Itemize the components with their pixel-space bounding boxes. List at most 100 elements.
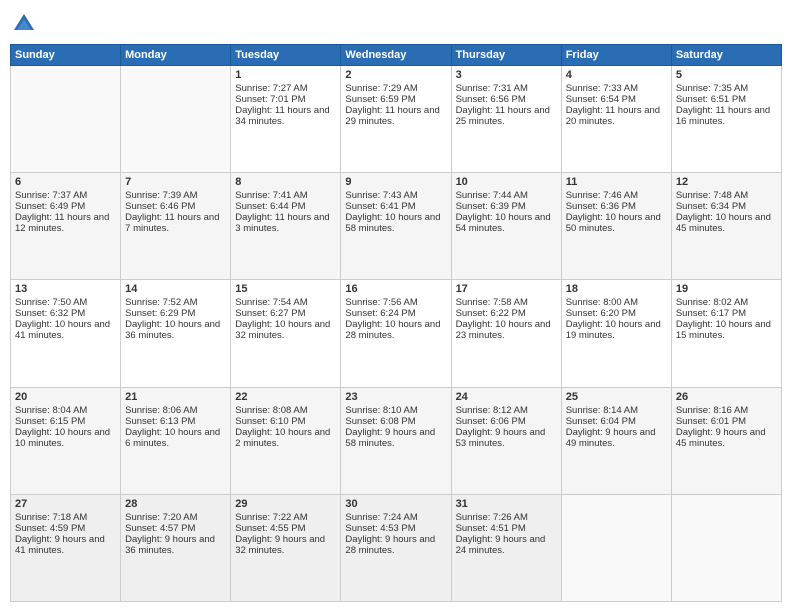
daylight: Daylight: 11 hours and 25 minutes.: [456, 105, 550, 127]
calendar-cell: 31 Sunrise: 7:26 AM Sunset: 4:51 PM Dayl…: [451, 494, 561, 601]
sunset: Sunset: 4:51 PM: [456, 523, 526, 534]
day-number: 14: [125, 283, 226, 295]
daylight: Daylight: 10 hours and 19 minutes.: [566, 319, 661, 341]
sunrise: Sunrise: 7:58 AM: [456, 297, 528, 308]
calendar-cell: 19 Sunrise: 8:02 AM Sunset: 6:17 PM Dayl…: [671, 280, 781, 387]
sunset: Sunset: 6:34 PM: [676, 201, 746, 212]
daylight: Daylight: 9 hours and 28 minutes.: [345, 534, 435, 556]
daylight: Daylight: 10 hours and 6 minutes.: [125, 427, 220, 449]
day-number: 25: [566, 391, 667, 403]
logo: [10, 10, 42, 38]
calendar-cell: 28 Sunrise: 7:20 AM Sunset: 4:57 PM Dayl…: [121, 494, 231, 601]
sunset: Sunset: 6:13 PM: [125, 416, 195, 427]
daylight: Daylight: 10 hours and 23 minutes.: [456, 319, 551, 341]
calendar-cell: 16 Sunrise: 7:56 AM Sunset: 6:24 PM Dayl…: [341, 280, 451, 387]
calendar-cell: 25 Sunrise: 8:14 AM Sunset: 6:04 PM Dayl…: [561, 387, 671, 494]
calendar-cell: 27 Sunrise: 7:18 AM Sunset: 4:59 PM Dayl…: [11, 494, 121, 601]
sunrise: Sunrise: 7:44 AM: [456, 190, 528, 201]
calendar-cell: [671, 494, 781, 601]
day-number: 24: [456, 391, 557, 403]
calendar-table: Sunday Monday Tuesday Wednesday Thursday…: [10, 44, 782, 602]
sunset: Sunset: 6:04 PM: [566, 416, 636, 427]
daylight: Daylight: 11 hours and 34 minutes.: [235, 105, 329, 127]
sunset: Sunset: 4:59 PM: [15, 523, 85, 534]
calendar-cell: [121, 66, 231, 173]
day-number: 4: [566, 69, 667, 81]
day-number: 1: [235, 69, 336, 81]
sunset: Sunset: 6:17 PM: [676, 308, 746, 319]
sunset: Sunset: 6:59 PM: [345, 94, 415, 105]
sunrise: Sunrise: 7:27 AM: [235, 83, 307, 94]
daylight: Daylight: 10 hours and 54 minutes.: [456, 212, 551, 234]
calendar-cell: 5 Sunrise: 7:35 AM Sunset: 6:51 PM Dayli…: [671, 66, 781, 173]
calendar-cell: 3 Sunrise: 7:31 AM Sunset: 6:56 PM Dayli…: [451, 66, 561, 173]
sunset: Sunset: 6:49 PM: [15, 201, 85, 212]
calendar-cell: 29 Sunrise: 7:22 AM Sunset: 4:55 PM Dayl…: [231, 494, 341, 601]
day-number: 28: [125, 498, 226, 510]
calendar-cell: 20 Sunrise: 8:04 AM Sunset: 6:15 PM Dayl…: [11, 387, 121, 494]
day-number: 21: [125, 391, 226, 403]
day-number: 26: [676, 391, 777, 403]
day-number: 7: [125, 176, 226, 188]
calendar-cell: 10 Sunrise: 7:44 AM Sunset: 6:39 PM Dayl…: [451, 173, 561, 280]
calendar-header-row: Sunday Monday Tuesday Wednesday Thursday…: [11, 45, 782, 66]
daylight: Daylight: 9 hours and 58 minutes.: [345, 427, 435, 449]
calendar-cell: 7 Sunrise: 7:39 AM Sunset: 6:46 PM Dayli…: [121, 173, 231, 280]
day-number: 3: [456, 69, 557, 81]
sunset: Sunset: 6:20 PM: [566, 308, 636, 319]
sunrise: Sunrise: 7:37 AM: [15, 190, 87, 201]
sunrise: Sunrise: 8:02 AM: [676, 297, 748, 308]
daylight: Daylight: 10 hours and 58 minutes.: [345, 212, 440, 234]
daylight: Daylight: 10 hours and 10 minutes.: [15, 427, 110, 449]
daylight: Daylight: 10 hours and 41 minutes.: [15, 319, 110, 341]
daylight: Daylight: 11 hours and 3 minutes.: [235, 212, 329, 234]
sunset: Sunset: 6:27 PM: [235, 308, 305, 319]
daylight: Daylight: 9 hours and 32 minutes.: [235, 534, 325, 556]
day-number: 10: [456, 176, 557, 188]
day-number: 5: [676, 69, 777, 81]
sunset: Sunset: 4:57 PM: [125, 523, 195, 534]
sunrise: Sunrise: 8:06 AM: [125, 405, 197, 416]
calendar-cell: 1 Sunrise: 7:27 AM Sunset: 7:01 PM Dayli…: [231, 66, 341, 173]
day-number: 16: [345, 283, 446, 295]
col-monday: Monday: [121, 45, 231, 66]
sunrise: Sunrise: 8:00 AM: [566, 297, 638, 308]
daylight: Daylight: 9 hours and 45 minutes.: [676, 427, 766, 449]
calendar-cell: 22 Sunrise: 8:08 AM Sunset: 6:10 PM Dayl…: [231, 387, 341, 494]
sunrise: Sunrise: 7:18 AM: [15, 512, 87, 523]
daylight: Daylight: 10 hours and 28 minutes.: [345, 319, 440, 341]
daylight: Daylight: 11 hours and 20 minutes.: [566, 105, 660, 127]
day-number: 31: [456, 498, 557, 510]
sunset: Sunset: 6:15 PM: [15, 416, 85, 427]
sunrise: Sunrise: 7:33 AM: [566, 83, 638, 94]
col-sunday: Sunday: [11, 45, 121, 66]
daylight: Daylight: 9 hours and 24 minutes.: [456, 534, 546, 556]
calendar-cell: 21 Sunrise: 8:06 AM Sunset: 6:13 PM Dayl…: [121, 387, 231, 494]
sunrise: Sunrise: 8:08 AM: [235, 405, 307, 416]
sunset: Sunset: 6:22 PM: [456, 308, 526, 319]
day-number: 20: [15, 391, 116, 403]
sunrise: Sunrise: 7:43 AM: [345, 190, 417, 201]
sunrise: Sunrise: 7:52 AM: [125, 297, 197, 308]
sunrise: Sunrise: 7:31 AM: [456, 83, 528, 94]
daylight: Daylight: 11 hours and 29 minutes.: [345, 105, 439, 127]
day-number: 29: [235, 498, 336, 510]
daylight: Daylight: 11 hours and 12 minutes.: [15, 212, 109, 234]
calendar-cell: [11, 66, 121, 173]
sunrise: Sunrise: 7:54 AM: [235, 297, 307, 308]
sunrise: Sunrise: 7:41 AM: [235, 190, 307, 201]
daylight: Daylight: 10 hours and 32 minutes.: [235, 319, 330, 341]
sunset: Sunset: 6:10 PM: [235, 416, 305, 427]
calendar-cell: 15 Sunrise: 7:54 AM Sunset: 6:27 PM Dayl…: [231, 280, 341, 387]
sunrise: Sunrise: 7:35 AM: [676, 83, 748, 94]
col-saturday: Saturday: [671, 45, 781, 66]
sunset: Sunset: 6:01 PM: [676, 416, 746, 427]
calendar-cell: 12 Sunrise: 7:48 AM Sunset: 6:34 PM Dayl…: [671, 173, 781, 280]
daylight: Daylight: 10 hours and 36 minutes.: [125, 319, 220, 341]
sunset: Sunset: 6:54 PM: [566, 94, 636, 105]
day-number: 11: [566, 176, 667, 188]
calendar-cell: 11 Sunrise: 7:46 AM Sunset: 6:36 PM Dayl…: [561, 173, 671, 280]
calendar-cell: 24 Sunrise: 8:12 AM Sunset: 6:06 PM Dayl…: [451, 387, 561, 494]
calendar-cell: 13 Sunrise: 7:50 AM Sunset: 6:32 PM Dayl…: [11, 280, 121, 387]
daylight: Daylight: 9 hours and 36 minutes.: [125, 534, 215, 556]
